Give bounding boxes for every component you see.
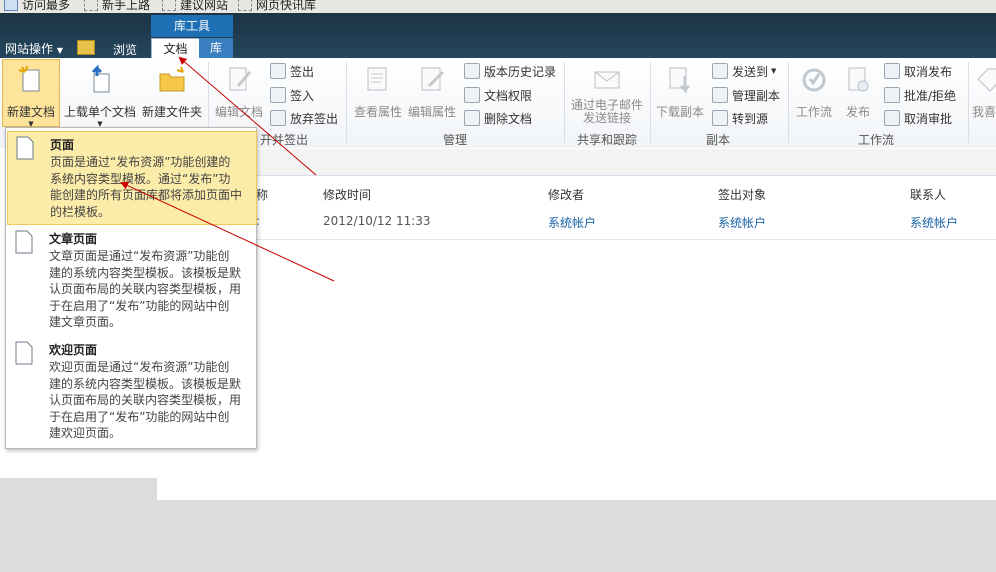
new-document-menu: 页面 页面是通过“发布资源”功能创建的 系统内容类型模板。通过“发布”功 能创建… <box>5 127 257 449</box>
discard-icon <box>270 110 286 126</box>
table-row-divider <box>157 239 996 240</box>
new-document-button[interactable]: 新建文档 ▼ <box>2 60 60 128</box>
row-contact-link[interactable]: 系统帐户 <box>910 214 958 231</box>
approve-reject-button[interactable]: 批准/拒绝 <box>884 86 956 104</box>
column-header-name[interactable]: 称 <box>256 186 268 203</box>
column-header-modified-by[interactable]: 修改者 <box>548 186 584 203</box>
favorite-getting-started[interactable]: 新手上路 <box>84 0 150 13</box>
favorite-most-visited[interactable]: 访问最多 <box>4 0 70 13</box>
document-icon <box>16 136 34 160</box>
favorite-web-slice-gallery[interactable]: 网页快讯库 <box>238 0 316 13</box>
edit-properties-button[interactable]: 编辑属性 <box>406 60 458 120</box>
cancel-approval-button[interactable]: 取消审批 <box>884 109 952 127</box>
view-properties-icon <box>367 67 387 91</box>
upload-icon <box>91 64 110 93</box>
new-document-icon <box>18 65 40 92</box>
go-to-source-button[interactable]: 转到源 <box>712 109 768 127</box>
send-to-icon <box>712 63 728 79</box>
tab-browse[interactable]: 浏览 <box>113 40 137 60</box>
unpublish-icon <box>884 63 900 79</box>
edit-document-icon <box>229 67 252 91</box>
tag-icon <box>977 68 996 92</box>
tab-library[interactable]: 库 <box>199 38 233 58</box>
new-folder-button[interactable]: 新建文件夹 <box>140 60 204 120</box>
delete-icon <box>464 110 480 126</box>
check-out-button[interactable]: 签出 <box>270 62 314 80</box>
approve-reject-icon <box>884 87 900 103</box>
group-label-manage: 管理 <box>442 133 467 147</box>
document-icon <box>15 341 33 365</box>
edit-document-button[interactable]: 编辑文档 <box>212 60 266 120</box>
row-modified: 2012/10/12 11:33 <box>323 214 431 228</box>
page-icon <box>4 0 18 11</box>
new-folder-icon <box>159 66 185 92</box>
edit-properties-icon <box>421 67 445 91</box>
group-label-copies: 副本 <box>705 133 730 147</box>
row-modified-by-link[interactable]: 系统帐户 <box>548 214 596 231</box>
navigate-up-icon[interactable] <box>77 40 95 55</box>
upload-document-button[interactable]: 上载单个文档 ▼ <box>62 60 138 128</box>
i-like-it-button[interactable]: 我喜 <box>972 60 996 120</box>
column-header-contact[interactable]: 联系人 <box>910 186 946 203</box>
view-toolbar <box>157 149 996 176</box>
view-properties-button[interactable]: 查看属性 <box>352 60 404 120</box>
check-in-icon <box>270 87 286 103</box>
group-label-workflow: 工作流 <box>857 133 894 147</box>
menu-item-welcome-page[interactable]: 欢迎页面 欢迎页面是通过“发布资源”功能创 建的系统内容类型模板。该模板是默 认… <box>7 337 255 447</box>
version-history-icon <box>464 63 480 79</box>
document-permissions-button[interactable]: 文档权限 <box>464 86 532 104</box>
download-icon <box>669 67 691 94</box>
row-checked-out-to-link[interactable]: 系统帐户 <box>718 214 766 231</box>
cancel-approval-icon <box>884 110 900 126</box>
page-icon <box>84 0 98 11</box>
library-tools-group: 库工具 <box>151 15 233 37</box>
favorites-bar: 访问最多 新手上路 建议网站 网页快讯库 <box>0 0 996 13</box>
page-icon <box>162 0 176 11</box>
manage-copies-icon <box>712 87 728 103</box>
check-in-button[interactable]: 签入 <box>270 86 314 104</box>
email-link-button[interactable]: 通过电子邮件 发送链接 <box>566 60 648 125</box>
favorite-suggested-sites[interactable]: 建议网站 <box>162 0 228 13</box>
workflow-icon <box>802 68 826 92</box>
column-header-modified[interactable]: 修改时间 <box>323 186 371 203</box>
go-to-source-icon <box>712 110 728 126</box>
unpublish-button[interactable]: 取消发布 <box>884 62 952 80</box>
check-out-icon <box>270 63 286 79</box>
send-to-button[interactable]: 发送到 ▼ <box>712 62 776 80</box>
delete-document-button[interactable]: 删除文档 <box>464 109 532 127</box>
site-actions-menu[interactable]: 网站操作 ▼ <box>5 39 63 59</box>
menu-item-page[interactable]: 页面 页面是通过“发布资源”功能创建的 系统内容类型模板。通过“发布”功 能创建… <box>7 131 257 225</box>
version-history-button[interactable]: 版本历史记录 <box>464 62 556 80</box>
download-copy-button[interactable]: 下载副本 <box>652 60 708 120</box>
document-icon <box>15 230 33 254</box>
publish-icon <box>848 67 869 92</box>
publish-button[interactable]: 发布 <box>840 60 876 120</box>
group-label-open-checkout: 开并签出 <box>259 133 308 147</box>
dropdown-arrow-icon: ▼ <box>56 46 63 55</box>
tab-documents[interactable]: 文档 <box>151 38 200 60</box>
manage-copies-button[interactable]: 管理副本 <box>712 86 780 104</box>
column-header-checked-out-to[interactable]: 签出对象 <box>718 186 766 203</box>
workflows-button[interactable]: 工作流 <box>792 60 836 120</box>
email-icon <box>594 71 620 89</box>
dropdown-arrow-icon: ▼ <box>771 67 777 75</box>
discard-check-out-button[interactable]: 放弃签出 <box>270 109 338 127</box>
permissions-icon <box>464 87 480 103</box>
menu-item-article-page[interactable]: 文章页面 文章页面是通过“发布资源”功能创 建的系统内容类型模板。该模板是默 认… <box>7 226 255 336</box>
group-label-share-track: 共享和跟踪 <box>576 133 637 147</box>
page-icon <box>238 0 252 11</box>
sharepoint-header: 网站操作 ▼ 浏览 <box>0 13 996 58</box>
